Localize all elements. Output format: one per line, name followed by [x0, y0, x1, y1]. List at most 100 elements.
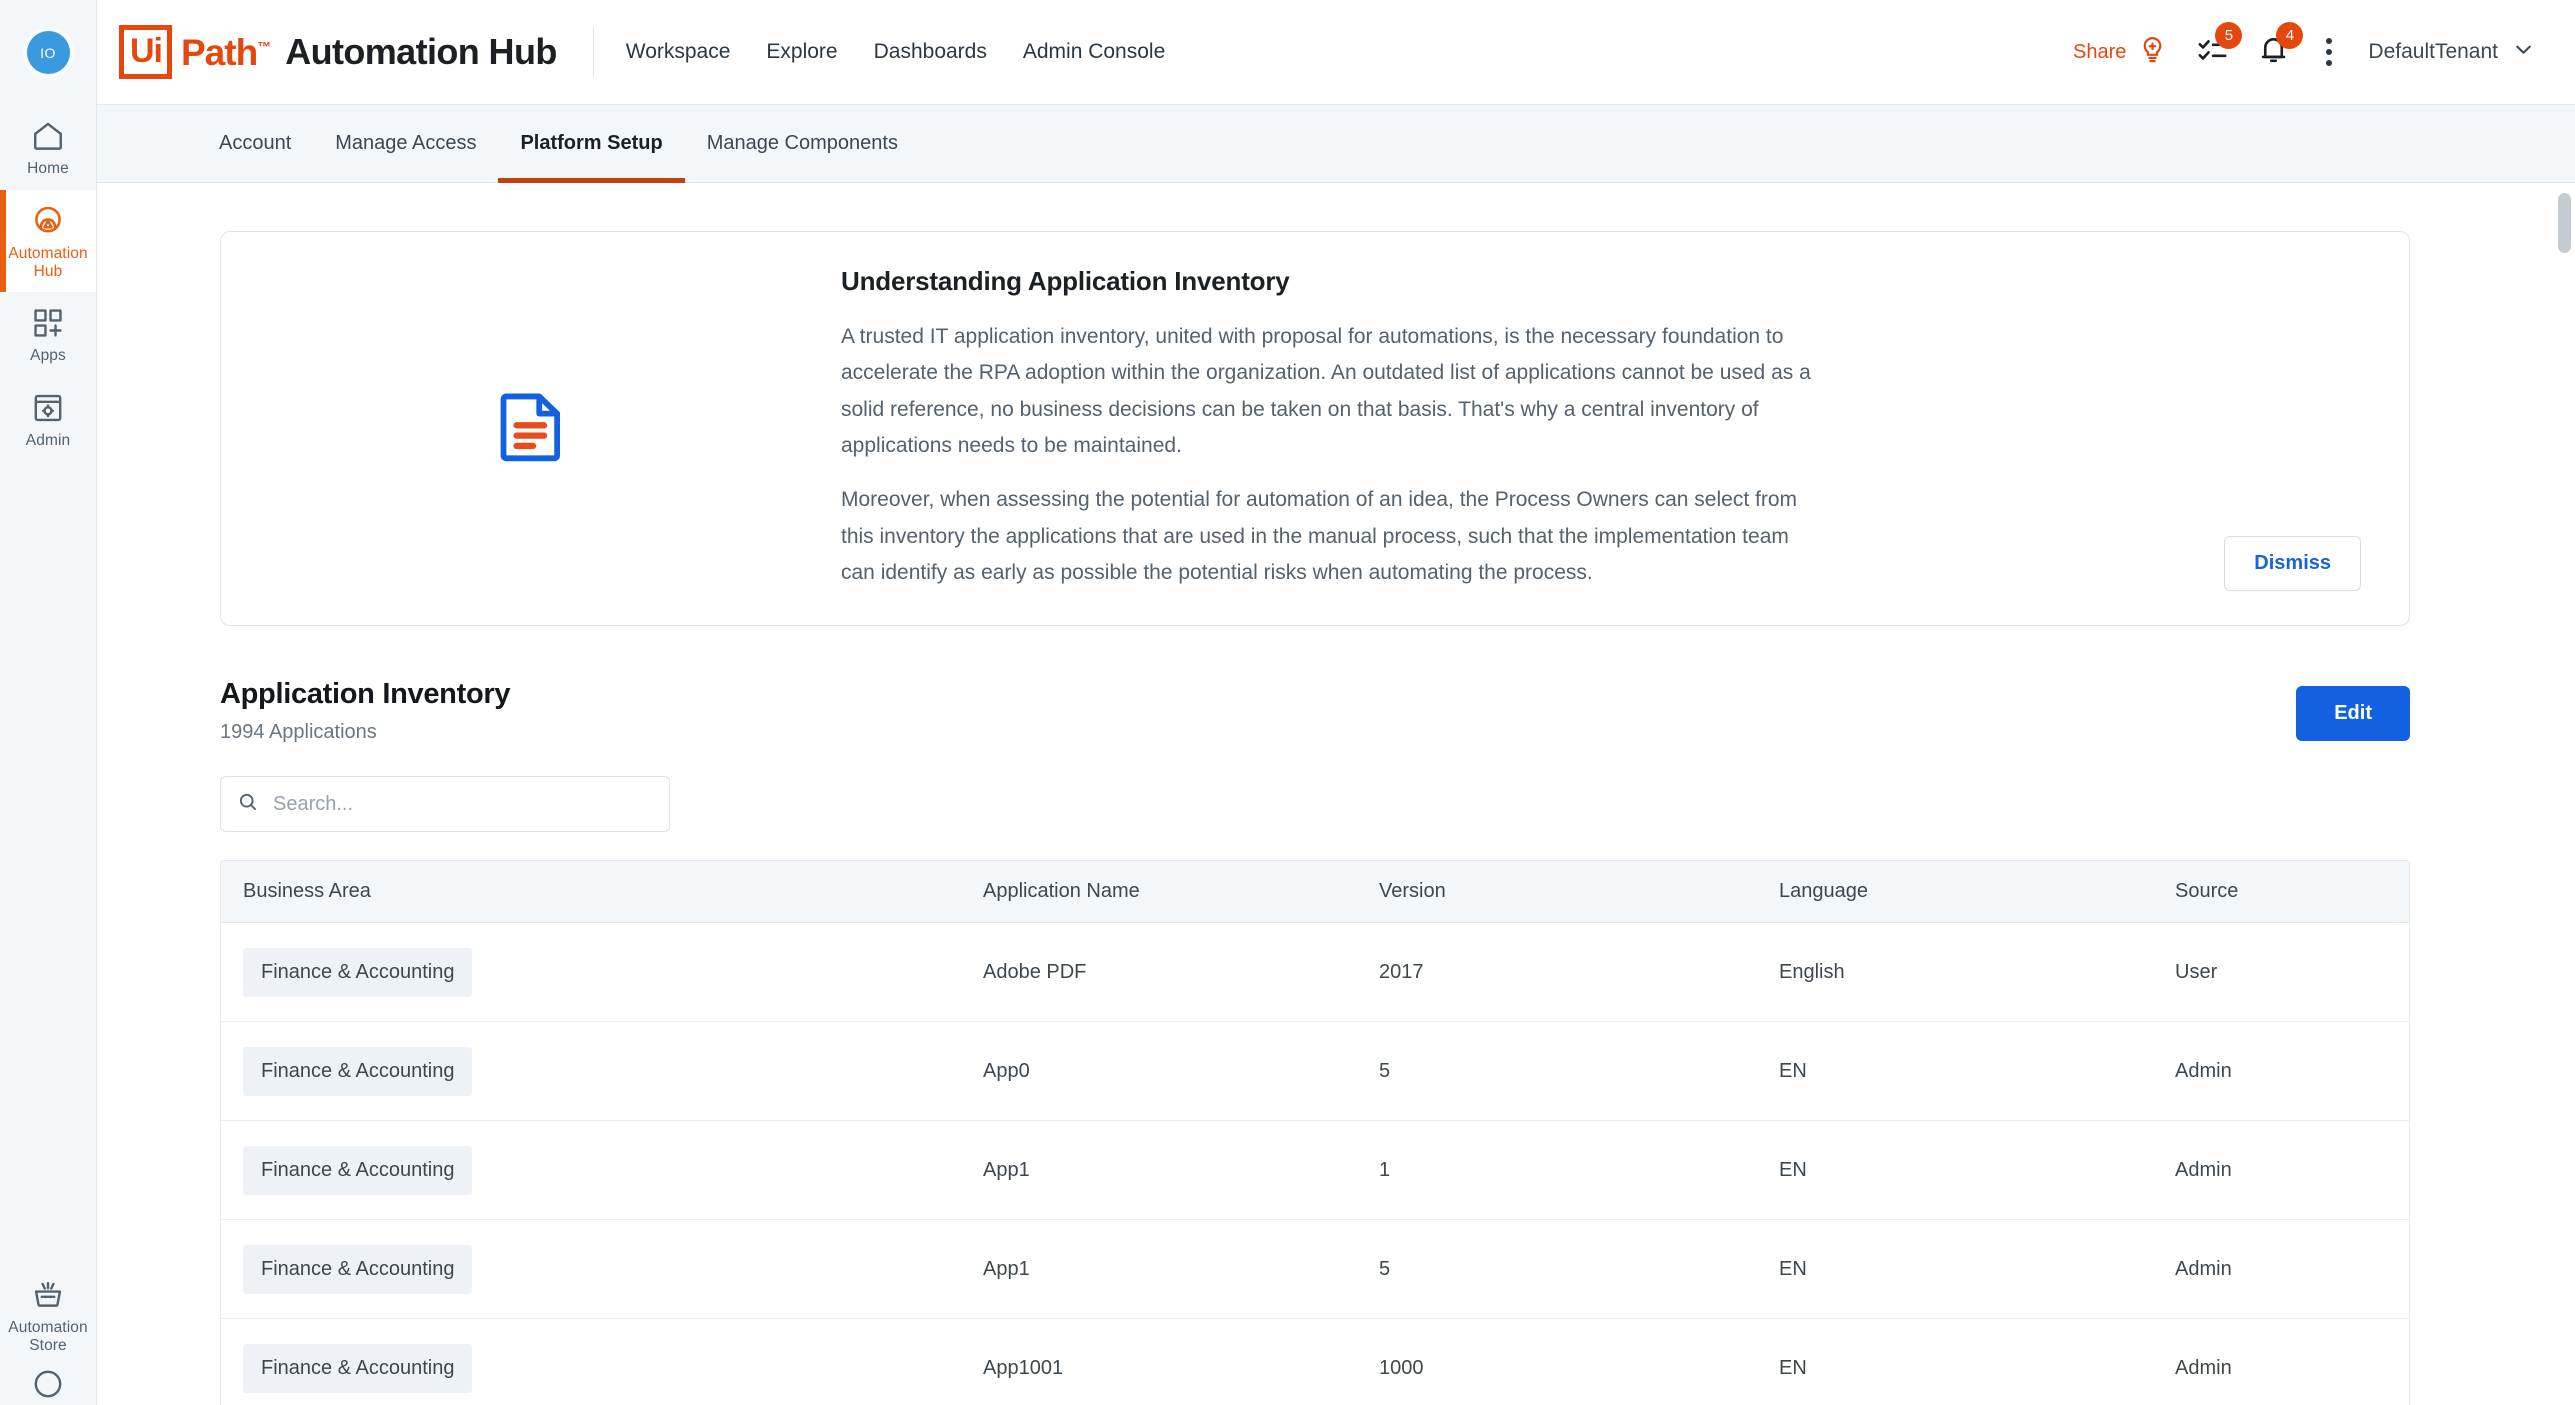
cell-version: 5: [1379, 1257, 1391, 1280]
nav-item-explore[interactable]: Explore: [766, 40, 837, 64]
sidebar-item-label: Automation Store: [8, 1319, 88, 1355]
column-header-application-name[interactable]: Application Name: [961, 880, 1357, 903]
cell-version: 2017: [1379, 960, 1424, 983]
kebab-dot: [2326, 49, 2333, 55]
cell-source: Admin: [2175, 1059, 2232, 1082]
top-navigation: Workspace Explore Dashboards Admin Conso…: [626, 40, 1166, 64]
card-illustration: [221, 266, 841, 591]
chevron-down-icon: [2512, 38, 2535, 66]
cell-version: 1000: [1379, 1356, 1424, 1379]
kebab-dot: [2326, 38, 2333, 44]
home-icon: [31, 119, 65, 153]
inventory-titles: Application Inventory 1994 Applications: [220, 678, 510, 744]
product-name: Automation Hub: [285, 31, 557, 72]
card-body: Understanding Application Inventory A tr…: [841, 266, 2409, 591]
more-options-button[interactable]: [2318, 34, 2340, 70]
page-title: Application Inventory: [220, 678, 511, 711]
logo-path-text: Path™: [181, 31, 271, 73]
notifications-button[interactable]: 4: [2257, 22, 2304, 71]
cell-version: 5: [1379, 1059, 1391, 1082]
search-container[interactable]: [220, 776, 670, 833]
cell-business-area: Finance & Accounting: [221, 1145, 961, 1195]
avatar-container: IO: [0, 0, 96, 105]
brand-logo[interactable]: Ui Path™ Automation Hub: [119, 25, 557, 79]
cell-language: EN: [1779, 1059, 1807, 1082]
application-inventory-table: Business Area Application Name Version L…: [220, 860, 2410, 1405]
table-row[interactable]: Finance & Accounting App1 5 EN Admin: [221, 1220, 2409, 1320]
table-row[interactable]: Finance & Accounting App0 5 EN Admin: [221, 1022, 2409, 1122]
edit-button[interactable]: Edit: [2296, 686, 2410, 742]
business-area-chip: Finance & Accounting: [243, 1046, 473, 1096]
tab-manage-components[interactable]: Manage Components: [685, 105, 920, 182]
logo-trademark: ™: [257, 38, 271, 55]
search-input[interactable]: [273, 792, 653, 816]
avatar[interactable]: IO: [26, 31, 70, 74]
cell-source: User: [2175, 960, 2218, 983]
sidebar-item-automation-hub[interactable]: Automation Hub: [0, 189, 96, 293]
table-row[interactable]: Finance & Accounting App1001 1000 EN Adm…: [221, 1319, 2409, 1405]
tab-account[interactable]: Account: [197, 105, 313, 182]
sidebar-item-help-partial[interactable]: [0, 1367, 96, 1401]
sidebar-item-automation-store[interactable]: Automation Store: [0, 1264, 96, 1367]
admin-gear-window-icon: [31, 391, 65, 425]
share-button[interactable]: Share: [2073, 34, 2168, 70]
understanding-inventory-card: Understanding Application Inventory A tr…: [220, 231, 2410, 627]
sidebar-item-admin[interactable]: Admin: [0, 377, 96, 462]
tasks-badge: 5: [2215, 22, 2243, 49]
lightbulb-plus-icon: [2137, 34, 2168, 70]
cell-application-name: App1: [983, 1257, 1030, 1280]
business-area-chip: Finance & Accounting: [243, 1343, 473, 1393]
card-paragraph-2: Moreover, when assessing the potential f…: [841, 488, 1798, 584]
cell-application-name: App0: [983, 1059, 1030, 1082]
tenant-selector[interactable]: DefaultTenant: [2368, 38, 2535, 66]
column-header-version[interactable]: Version: [1357, 880, 1757, 903]
left-navigation-rail: IO Home Automation Hub Apps Admin Automa…: [0, 0, 97, 1405]
cell-application-name: Adobe PDF: [983, 960, 1087, 983]
top-header: Ui Path™ Automation Hub Workspace Explor…: [97, 0, 2575, 105]
card-title: Understanding Application Inventory: [841, 266, 1290, 296]
inventory-section-header: Application Inventory 1994 Applications …: [220, 678, 2410, 744]
cell-business-area: Finance & Accounting: [221, 1244, 961, 1294]
sidebar-item-home[interactable]: Home: [0, 105, 96, 190]
automation-hub-icon: [31, 204, 65, 238]
tasks-button[interactable]: 5: [2196, 22, 2243, 71]
table-row[interactable]: Finance & Accounting Adobe PDF 2017 Engl…: [221, 923, 2409, 1023]
column-header-language[interactable]: Language: [1757, 880, 2153, 903]
logo-path-word: Path: [181, 31, 258, 73]
apps-grid-plus-icon: [31, 306, 65, 340]
content-inner: Understanding Application Inventory A tr…: [97, 183, 2575, 1405]
notifications-badge: 4: [2276, 22, 2304, 49]
main-column: Ui Path™ Automation Hub Workspace Explor…: [97, 0, 2575, 1405]
column-header-source[interactable]: Source: [2153, 880, 2409, 903]
cell-source: Admin: [2175, 1257, 2232, 1280]
column-header-business-area[interactable]: Business Area: [221, 880, 961, 903]
rail-items: Home Automation Hub Apps Admin: [0, 105, 96, 462]
automation-store-icon: [31, 1278, 65, 1312]
cell-application-name: App1001: [983, 1356, 1064, 1379]
business-area-chip: Finance & Accounting: [243, 947, 473, 997]
nav-item-admin-console[interactable]: Admin Console: [1023, 40, 1165, 64]
application-window: IO Home Automation Hub Apps Admin Automa…: [0, 0, 2575, 1405]
nav-item-dashboards[interactable]: Dashboards: [874, 40, 987, 64]
business-area-chip: Finance & Accounting: [243, 1244, 473, 1294]
sidebar-item-label: Admin: [25, 432, 71, 450]
header-divider: [592, 27, 594, 77]
tenant-name: DefaultTenant: [2368, 40, 2498, 63]
application-count: 1994 Applications: [220, 721, 377, 744]
share-label: Share: [2073, 40, 2127, 63]
table-row[interactable]: Finance & Accounting App1 1 EN Admin: [221, 1121, 2409, 1221]
search-icon: [237, 791, 259, 818]
nav-item-workspace[interactable]: Workspace: [626, 40, 731, 64]
page-content: Understanding Application Inventory A tr…: [97, 183, 2575, 1405]
tab-platform-setup[interactable]: Platform Setup: [498, 105, 685, 183]
sidebar-item-apps[interactable]: Apps: [0, 292, 96, 377]
sidebar-item-label: Apps: [30, 347, 66, 365]
cell-language: English: [1779, 960, 1845, 983]
cell-business-area: Finance & Accounting: [221, 1343, 961, 1393]
cell-source: Admin: [2175, 1356, 2232, 1379]
dismiss-button[interactable]: Dismiss: [2224, 536, 2361, 592]
tab-manage-access[interactable]: Manage Access: [313, 105, 498, 182]
sidebar-item-label: Home: [27, 160, 69, 177]
card-paragraph-1: A trusted IT application inventory, unit…: [841, 325, 1811, 457]
cell-application-name: App1: [983, 1158, 1030, 1181]
